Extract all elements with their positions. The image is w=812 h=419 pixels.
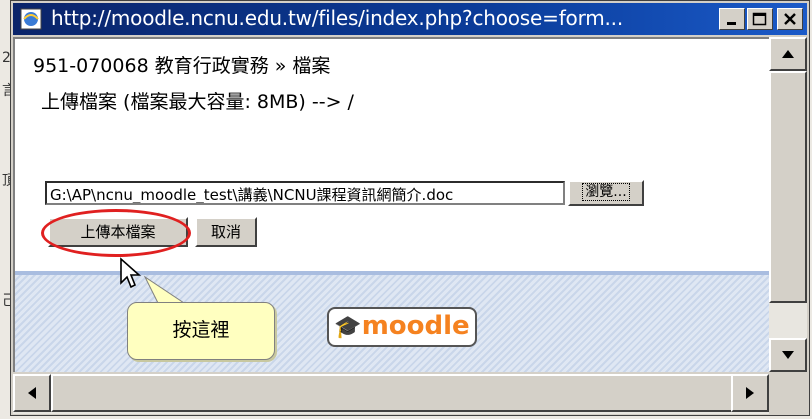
vertical-scroll-thumb[interactable] <box>769 71 807 303</box>
ie-page-icon <box>20 8 42 30</box>
maximize-button[interactable] <box>747 8 773 30</box>
browse-button[interactable]: 瀏覽... <box>568 180 644 206</box>
close-icon <box>784 13 796 25</box>
horizontal-scrollbar[interactable] <box>13 374 769 414</box>
arrow-left-icon <box>28 387 36 399</box>
scroll-down-button[interactable] <box>769 338 807 372</box>
upload-info-text: 上傳檔案 (檔案最大容量: 8MB) --> / <box>41 91 354 113</box>
arrow-down-icon <box>782 351 794 359</box>
cancel-button[interactable]: 取消 <box>195 217 257 247</box>
instruction-callout: 按這裡 <box>127 302 275 360</box>
upload-file-button[interactable]: 上傳本檔案 <box>48 217 188 247</box>
maximize-icon <box>752 12 767 26</box>
arrow-right-icon <box>746 387 754 399</box>
popup-window: http://moodle.ncnu.edu.tw/files/index.ph… <box>10 0 810 416</box>
minimize-icon <box>727 22 736 25</box>
horizontal-scroll-thumb[interactable] <box>51 374 739 412</box>
window-title: http://moodle.ncnu.edu.tw/files/index.ph… <box>51 6 623 30</box>
browse-button-label: 瀏覽... <box>582 183 630 201</box>
scroll-right-button[interactable] <box>731 374 769 412</box>
arrow-up-icon <box>782 50 794 58</box>
graduation-cap-icon: 🎓 <box>334 315 362 340</box>
title-bar[interactable]: http://moodle.ncnu.edu.tw/files/index.ph… <box>13 3 807 35</box>
scrollbar-corner <box>769 374 807 414</box>
moodle-logo-text: moodle <box>361 311 470 341</box>
scroll-up-button[interactable] <box>769 37 807 71</box>
minimize-button[interactable] <box>719 8 745 30</box>
vertical-scrollbar[interactable] <box>769 37 807 372</box>
mouse-cursor-icon <box>120 257 142 289</box>
close-button[interactable] <box>777 8 803 30</box>
breadcrumb: 951-070068 教育行政實務 » 檔案 <box>33 55 331 77</box>
file-path-input[interactable]: G:\AP\ncnu_moodle_test\講義\NCNU課程資訊網簡介.do… <box>45 181 565 205</box>
moodle-logo[interactable]: 🎓moodle <box>327 307 477 347</box>
scroll-left-button[interactable] <box>13 374 51 412</box>
page-content: 951-070068 教育行政實務 » 檔案 上傳檔案 (檔案最大容量: 8MB… <box>13 37 769 372</box>
